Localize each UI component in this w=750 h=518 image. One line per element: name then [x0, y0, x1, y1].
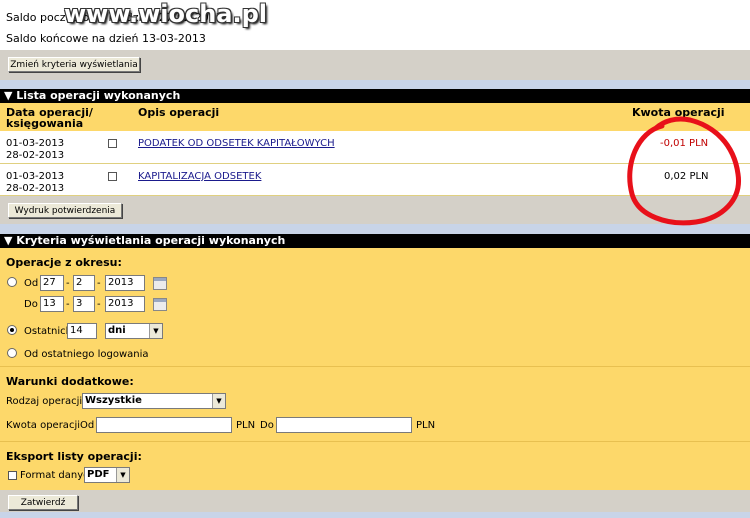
operation-type-select[interactable]: Wszystkie ▼	[82, 393, 226, 409]
from-month-input[interactable]: 2	[73, 275, 95, 291]
saldo-end: Saldo końcowe na dzień 13-03-2013	[6, 32, 206, 45]
since-login-radio[interactable]	[7, 348, 17, 358]
operation-type-label: Rodzaj operacji	[6, 396, 83, 407]
row-select-checkbox[interactable]	[108, 172, 117, 181]
submit-button[interactable]: Zatwierdź	[8, 495, 78, 510]
to-day-input[interactable]: 13	[40, 296, 64, 312]
export-format-select[interactable]: PDF ▼	[84, 467, 130, 483]
export-format-value: PDF	[87, 469, 110, 480]
amount-to-input[interactable]	[276, 417, 412, 433]
amount-to-label: Do	[260, 420, 274, 431]
dash: -	[97, 299, 101, 310]
submit-toolbar	[0, 490, 750, 512]
operations-header[interactable]: ▼ Lista operacji wykonanych	[0, 89, 750, 103]
last-days-radio[interactable]	[7, 325, 17, 335]
from-year-input[interactable]: 2013	[105, 275, 145, 291]
to-label: Do	[24, 299, 38, 310]
operation-description-link[interactable]: PODATEK OD ODSETEK KAPITAŁOWYCH	[138, 138, 335, 149]
calendar-icon[interactable]	[153, 298, 167, 311]
calendar-icon[interactable]	[153, 277, 167, 290]
operation-type-value: Wszystkie	[85, 395, 142, 406]
last-unit-value: dni	[108, 325, 126, 336]
watermark: www.wiocha.pl	[64, 0, 268, 28]
currency-label: PLN	[236, 420, 256, 431]
last-label: Ostatnich	[24, 326, 73, 337]
spacer-band	[0, 80, 750, 89]
export-format-checkbox[interactable]	[8, 471, 17, 480]
divider	[0, 366, 750, 367]
column-description: Opis operacji	[138, 106, 220, 119]
operation-description-link[interactable]: KAPITALIZACJA ODSETEK	[138, 171, 261, 182]
amount-label: Kwota operacji	[6, 420, 80, 431]
print-confirmation-button[interactable]: Wydruk potwierdzenia	[8, 203, 122, 218]
booking-date: 28-02-2013	[6, 183, 65, 194]
amount-from-input[interactable]	[96, 417, 232, 433]
last-days-input[interactable]: 14	[67, 323, 97, 339]
currency-label: PLN	[416, 420, 436, 431]
highlight-circle	[627, 116, 741, 226]
since-login-label: Od ostatniego logowania	[24, 349, 149, 360]
dash: -	[66, 299, 70, 310]
period-label: Operacje z okresu:	[6, 256, 122, 269]
extra-conditions-label: Warunki dodatkowe:	[6, 375, 134, 388]
from-day-input[interactable]: 27	[40, 275, 64, 291]
last-unit-select[interactable]: dni ▼	[105, 323, 163, 339]
to-month-input[interactable]: 3	[73, 296, 95, 312]
export-label: Eksport listy operacji:	[6, 450, 142, 463]
dash: -	[97, 278, 101, 289]
chevron-down-icon: ▼	[116, 468, 129, 482]
chevron-down-icon: ▼	[149, 324, 162, 338]
period-range-radio[interactable]	[7, 277, 17, 287]
spacer-band	[0, 512, 750, 518]
chevron-down-icon: ▼	[212, 394, 225, 408]
from-label: Od	[24, 278, 39, 289]
operation-date: 01-03-2013	[6, 138, 65, 149]
divider	[0, 441, 750, 442]
change-criteria-button[interactable]: Zmień kryteria wyświetlania	[8, 57, 140, 72]
amount-from-label: Od	[80, 420, 95, 431]
dash: -	[66, 278, 70, 289]
operation-date: 01-03-2013	[6, 171, 65, 182]
column-date-booking: księgowania	[6, 117, 84, 130]
to-year-input[interactable]: 2013	[105, 296, 145, 312]
booking-date: 28-02-2013	[6, 150, 65, 161]
row-select-checkbox[interactable]	[108, 139, 117, 148]
criteria-header[interactable]: ▼ Kryteria wyświetlania operacji wykonan…	[0, 234, 750, 248]
